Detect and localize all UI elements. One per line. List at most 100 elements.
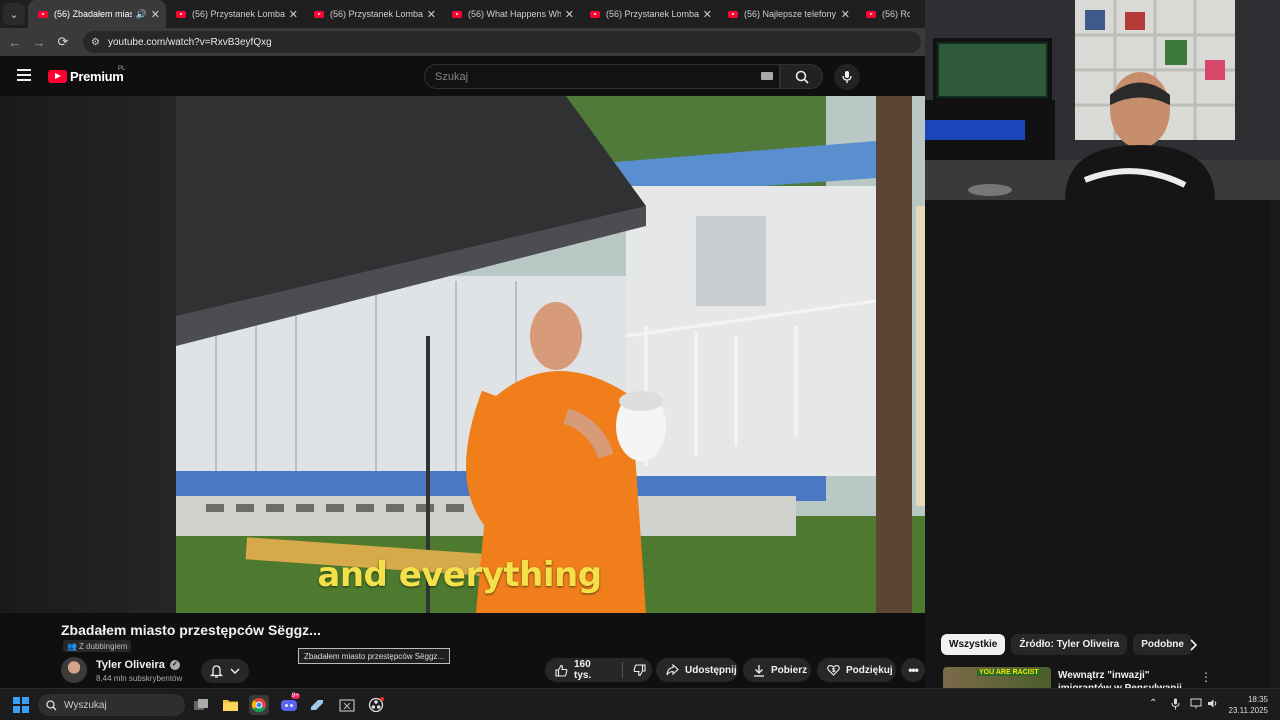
related-filter-chips: Wszystkie Źródło: Tyler Oliveira Podobne: [941, 634, 1192, 655]
voice-search-button[interactable]: [834, 64, 860, 90]
network-icon[interactable]: [1190, 698, 1202, 712]
youtube-premium-logo[interactable]: Premium PL: [48, 66, 126, 84]
video-subtitle: and everything: [317, 555, 602, 595]
notifications-button[interactable]: [201, 659, 249, 683]
speaker-icon[interactable]: 🔊: [136, 9, 147, 20]
clock-date: 23.11.2025: [1228, 706, 1268, 715]
right-scrollbar[interactable]: [1270, 200, 1280, 688]
browser-tab[interactable]: (56) Przystanek Lombard ✕: [304, 0, 442, 28]
browser-tab-strip: ⌄ (56) Zbadałem miasto 🔊 ✕ (56) Przystan…: [0, 0, 925, 28]
site-settings-icon[interactable]: ⚙: [91, 37, 100, 48]
tray-microphone-icon[interactable]: [1171, 698, 1180, 713]
search-input[interactable]: Szukaj: [424, 64, 780, 89]
tab-title: (56) Zbadałem miasto: [54, 9, 132, 19]
youtube-favicon-icon: [590, 10, 600, 18]
taskbar-search-input[interactable]: Wyszukaj: [38, 694, 185, 716]
app-window-icon[interactable]: [337, 695, 357, 715]
region-label: PL: [118, 66, 126, 72]
forward-arrow-icon[interactable]: →: [27, 35, 51, 50]
reload-icon[interactable]: ⟳: [51, 34, 75, 50]
dislike-button[interactable]: [633, 663, 646, 677]
chip-source[interactable]: Źródło: Tyler Oliveira: [1011, 634, 1128, 655]
url-text: youtube.com/watch?v=RxvB3eyfQxg: [107, 36, 272, 48]
close-tab-icon[interactable]: ✕: [427, 8, 436, 21]
subscriber-count: 8,44 mln subskrybentów: [96, 674, 183, 683]
browser-tab[interactable]: (56) Zbadałem miasto 🔊 ✕: [28, 0, 166, 28]
like-count[interactable]: 160 tys.: [574, 659, 610, 681]
share-label: Udostępnij: [685, 664, 737, 676]
video-frame[interactable]: [176, 96, 925, 613]
channel-name[interactable]: Tyler Oliveira ✓: [96, 659, 180, 671]
recommended-title: Wewnątrz "inwazji" imigrantów w Pensylwa…: [1058, 670, 1182, 688]
menu-icon[interactable]: [17, 69, 31, 81]
video-title: Zbadałem miasto przestępców Sëggz...: [61, 622, 321, 638]
search-button[interactable]: [780, 64, 823, 89]
bell-icon: [210, 665, 224, 678]
close-tab-icon[interactable]: ✕: [703, 8, 712, 21]
youtube-favicon-icon: [314, 10, 324, 18]
chevron-down-icon: [230, 668, 240, 674]
tab-title: (56) Przystanek Lombard: [192, 9, 285, 19]
webcam-overlay: [925, 0, 1280, 200]
browser-tab[interactable]: (56) Przystanek Lombard ✕: [166, 0, 304, 28]
share-button[interactable]: Udostępnij: [656, 658, 738, 682]
more-vertical-icon[interactable]: ⋮: [1200, 670, 1212, 684]
tab-title: (56) Przystanek Lombard: [606, 9, 699, 19]
share-icon: [666, 664, 679, 676]
thumbs-down-icon: [633, 663, 646, 676]
channel-name-text: Tyler Oliveira: [96, 659, 165, 671]
browser-tab[interactable]: (56) What Happens When ✕: [442, 0, 580, 28]
browser-tab[interactable]: (56) Robalini: [856, 0, 916, 28]
close-tab-icon[interactable]: ✕: [841, 8, 850, 21]
volume-icon[interactable]: [1207, 698, 1219, 712]
chip-similar[interactable]: Podobne: [1133, 634, 1192, 655]
task-view-icon[interactable]: [191, 695, 211, 715]
obs-icon[interactable]: [366, 695, 386, 715]
discord-notification-badge: 9+: [291, 693, 300, 699]
webcam-image: [925, 0, 1280, 200]
close-tab-icon[interactable]: ✕: [565, 8, 574, 21]
chip-all[interactable]: Wszystkie: [941, 634, 1006, 655]
tray-overflow-chevron-icon[interactable]: ⌃: [1149, 698, 1157, 709]
discord-icon[interactable]: 9+: [279, 693, 300, 715]
youtube-favicon-icon: [728, 10, 738, 18]
search-placeholder: Szukaj: [435, 70, 469, 83]
youtube-logo-icon: [48, 70, 67, 83]
close-tab-icon[interactable]: ✕: [289, 8, 298, 21]
close-tab-icon[interactable]: ✕: [151, 8, 160, 21]
search-icon: [795, 70, 809, 84]
browser-tab[interactable]: (56) Najlepsze telefony ro ✕: [718, 0, 856, 28]
taskbar-search-placeholder: Wyszukaj: [64, 699, 107, 711]
video-player[interactable]: and everything: [0, 96, 925, 613]
tab-search-menu-button[interactable]: ⌄: [3, 3, 25, 25]
dubbing-badge: 👥 Z dubbingiem: [63, 640, 132, 652]
url-field[interactable]: ⚙ youtube.com/watch?v=RxvB3eyfQxg: [83, 31, 921, 53]
steam-icon[interactable]: [307, 695, 327, 715]
keyboard-icon[interactable]: [761, 72, 773, 80]
browser-tab[interactable]: (56) Przystanek Lombard ✕: [580, 0, 718, 28]
windows-start-icon[interactable]: [13, 697, 29, 713]
title-tooltip: Zbadałem miasto przestępców Sëggz...: [298, 648, 451, 664]
like-dislike-group: 160 tys.: [545, 658, 652, 682]
brand-label: Premium: [70, 69, 124, 84]
dubbing-icon: 👥: [67, 641, 77, 651]
youtube-favicon-icon: [866, 10, 876, 18]
player-side-area: [0, 96, 176, 613]
system-clock[interactable]: 18:35 23.11.2025: [1226, 694, 1268, 716]
windows-taskbar: Wyszukaj 9+ ⌃ 18:35 23.11.2025: [0, 688, 1280, 720]
like-button[interactable]: [555, 664, 568, 677]
chips-next-button[interactable]: [1185, 637, 1201, 653]
file-explorer-icon[interactable]: [220, 695, 240, 715]
more-actions-button[interactable]: •••: [901, 658, 925, 682]
back-arrow-icon[interactable]: ←: [3, 35, 27, 50]
thumbs-up-icon: [555, 664, 568, 677]
tab-title: (56) What Happens When: [468, 9, 561, 19]
thanks-button[interactable]: $ Podziękuj: [817, 658, 896, 682]
search-icon: [46, 699, 57, 710]
chrome-icon[interactable]: [249, 695, 269, 715]
heart-dollar-icon: $: [827, 664, 840, 676]
tab-title: (56) Najlepsze telefony ro: [744, 9, 837, 19]
download-button[interactable]: Pobierz: [743, 658, 811, 682]
recommended-video[interactable]: YOU ARE RACIST Wewnątrz "inwazji" imigra…: [941, 667, 1271, 688]
channel-avatar[interactable]: [61, 657, 87, 683]
